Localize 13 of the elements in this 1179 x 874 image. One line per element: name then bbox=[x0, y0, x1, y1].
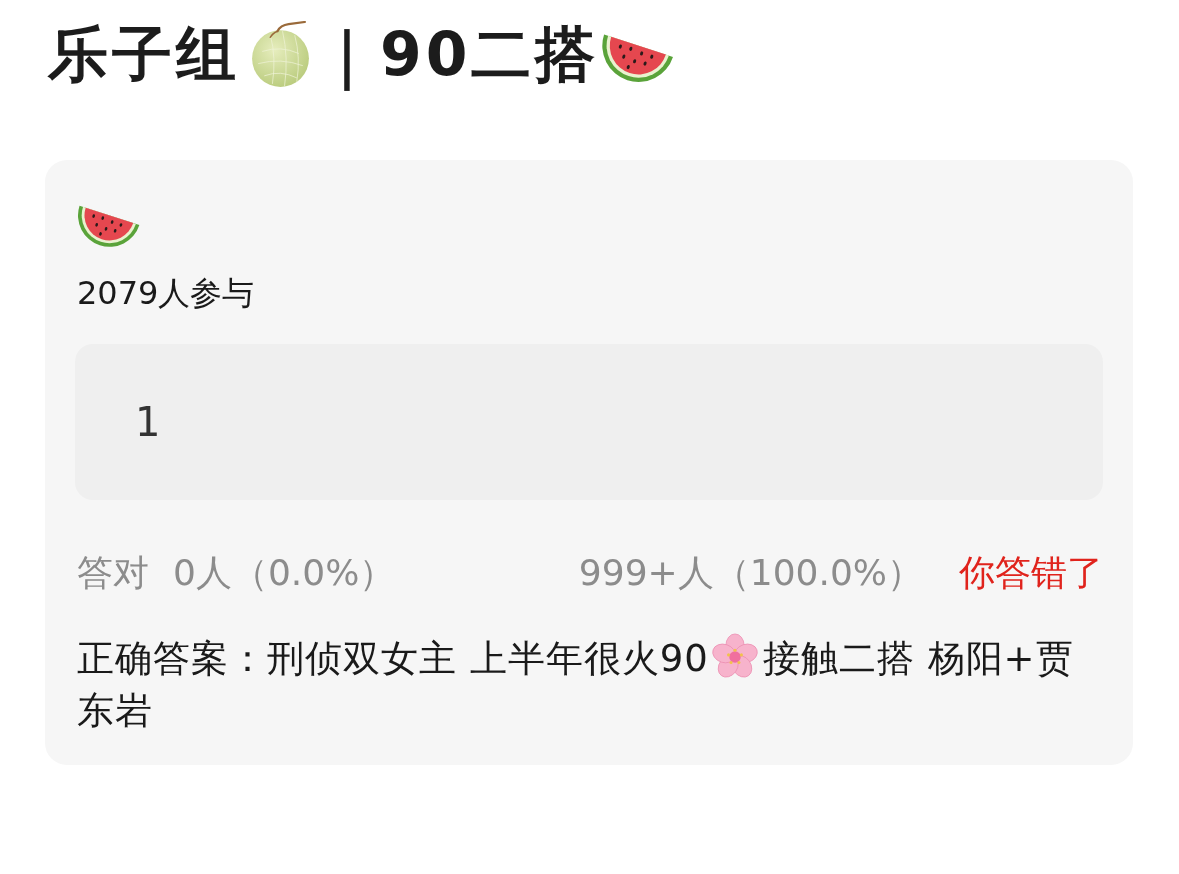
page-title: ｜90二搭 bbox=[317, 18, 600, 93]
watermelon-icon bbox=[78, 205, 140, 248]
answer-count: 999+人（100.0%） bbox=[578, 550, 923, 595]
correct-answer-text: 正确答案：刑侦双女主 上半年很火90 接触二搭 杨阳+贾东岩 bbox=[75, 633, 1103, 737]
correct-label: 答对 bbox=[77, 550, 149, 595]
verdict-text: 你答错了 bbox=[959, 550, 1103, 595]
page-title: 乐子组 bbox=[48, 18, 240, 91]
answer-box: 1 bbox=[75, 344, 1103, 500]
watermelon-icon bbox=[601, 33, 674, 83]
melon-icon bbox=[252, 20, 309, 88]
correct-count: 0人（0.0%） bbox=[173, 550, 396, 595]
participant-count: 2079人参与 bbox=[76, 273, 256, 314]
blossom-icon bbox=[710, 633, 759, 681]
